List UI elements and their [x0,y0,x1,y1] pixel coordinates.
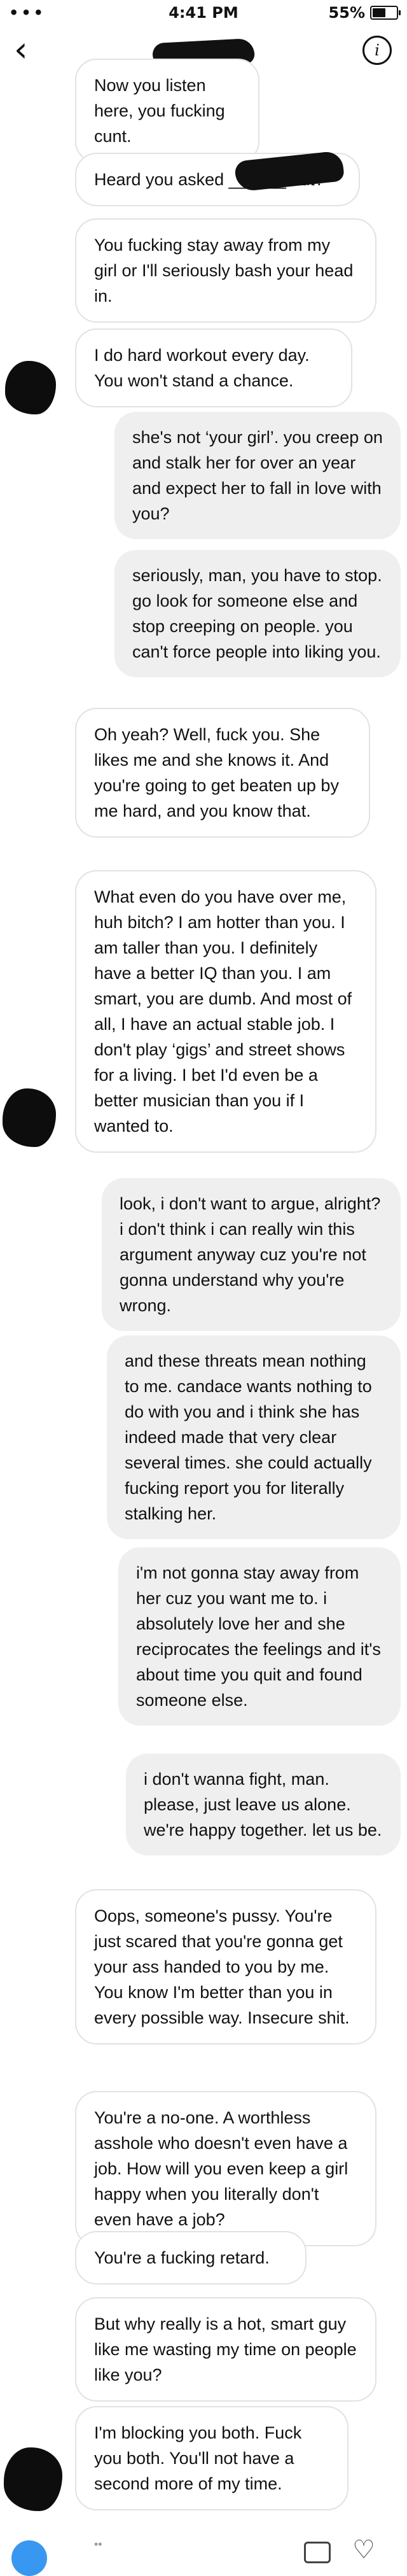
message-bubble-outgoing: i'm not gonna stay away from her cuz you… [118,1547,401,1726]
avatar [3,1088,56,1147]
camera-icon[interactable] [11,2540,47,2576]
message-bubble-outgoing: look, i don't want to argue, alright? i … [102,1178,401,1331]
message-bubble-incoming: You fucking stay away from my girl or I'… [75,218,376,323]
message-bubble-incoming: What even do you have over me, huh bitch… [75,870,376,1153]
message-bubble-incoming: Now you listen here, you fucking cunt. [75,59,259,163]
status-bar: ••• 4:41 PM 55% [0,0,407,25]
heart-icon[interactable]: ♡ [352,2535,375,2565]
battery-fill [373,8,385,17]
avatar [4,2447,62,2511]
battery-percent: 55% [328,4,365,22]
back-icon[interactable]: ‹ [14,32,28,67]
info-icon[interactable]: i [362,36,392,65]
message-composer: •• ♡ [0,2535,407,2576]
message-bubble-outgoing: i don't wanna fight, man. please, just l… [126,1754,401,1855]
typing-indicator: •• [94,2538,102,2551]
message-bubble-incoming: You're a fucking retard. [75,2231,307,2284]
message-bubble-outgoing: she's not ‘your girl’. you creep on and … [114,412,401,539]
message-bubble-outgoing: and these threats mean nothing to me. ca… [107,1335,401,1539]
message-bubble-incoming: Oh yeah? Well, fuck you. She likes me an… [75,708,370,838]
message-bubble-incoming: You're a no-one. A worthless asshole who… [75,2091,376,2246]
gallery-icon[interactable] [304,2542,331,2563]
battery-icon [370,6,401,20]
message-bubble-incoming: Oops, someone's pussy. You're just scare… [75,1889,376,2045]
status-right: 55% [328,4,401,22]
message-bubble-outgoing: seriously, man, you have to stop. go loo… [114,550,401,677]
avatar [5,361,56,414]
message-bubble-incoming: I'm blocking you both. Fuck you both. Yo… [75,2406,348,2510]
message-bubble-incoming: But why really is a hot, smart guy like … [75,2297,376,2402]
message-bubble-incoming: I do hard workout every day. You won't s… [75,328,352,407]
